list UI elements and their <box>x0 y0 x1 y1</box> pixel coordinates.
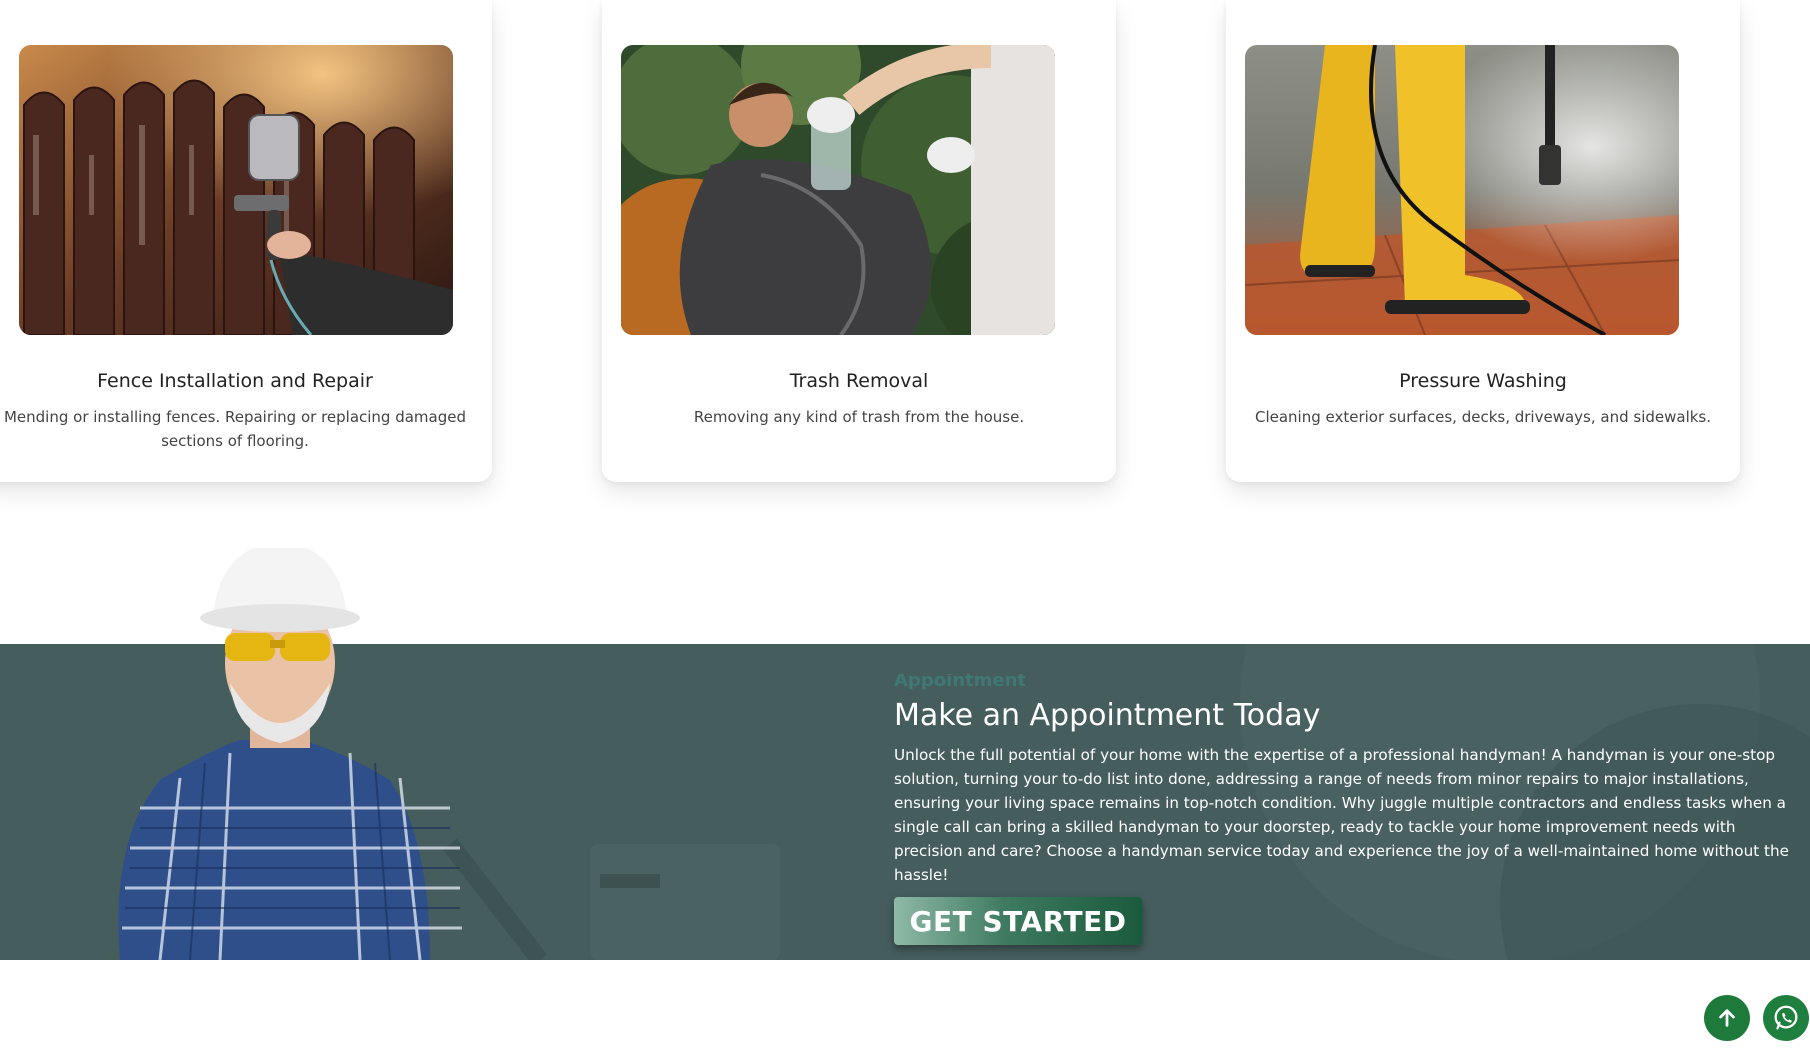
service-description: Mending or installing fences. Repairing … <box>3 408 467 450</box>
get-started-button[interactable]: GET STARTED <box>894 897 1142 945</box>
service-title: Trash Removal <box>789 370 929 392</box>
appointment-content: Appointment Make an Appointment Today Un… <box>894 674 1790 945</box>
appointment-eyebrow: Appointment <box>894 674 1027 691</box>
service-card-trash[interactable]: Trash Removal Removing any kind of trash… <box>602 0 1116 482</box>
trash-bag-photo <box>621 45 1055 335</box>
pressure-washer-photo <box>1245 45 1679 335</box>
whatsapp-icon <box>1774 1005 1798 1030</box>
fence-spray-photo <box>19 45 453 335</box>
service-title: Fence Installation and Repair <box>97 370 373 392</box>
service-card-fence[interactable]: Fence Installation and Repair Mending or… <box>0 0 492 482</box>
handyman-photo <box>100 543 480 961</box>
appointment-title: Make an Appointment Today <box>894 698 1321 733</box>
service-description: Removing any kind of trash from the hous… <box>693 408 1025 426</box>
arrow-up-icon <box>1719 1009 1735 1027</box>
scroll-top-button[interactable] <box>1704 995 1750 1041</box>
whatsapp-button[interactable] <box>1763 995 1809 1041</box>
services-section: Fence Installation and Repair Mending or… <box>0 0 1810 520</box>
service-card-pressure[interactable]: Pressure Washing Cleaning exterior surfa… <box>1226 0 1740 482</box>
service-title: Pressure Washing <box>1399 370 1567 392</box>
appointment-description: Unlock the full potential of your home w… <box>894 746 1789 884</box>
service-description: Cleaning exterior surfaces, decks, drive… <box>1254 408 1712 426</box>
